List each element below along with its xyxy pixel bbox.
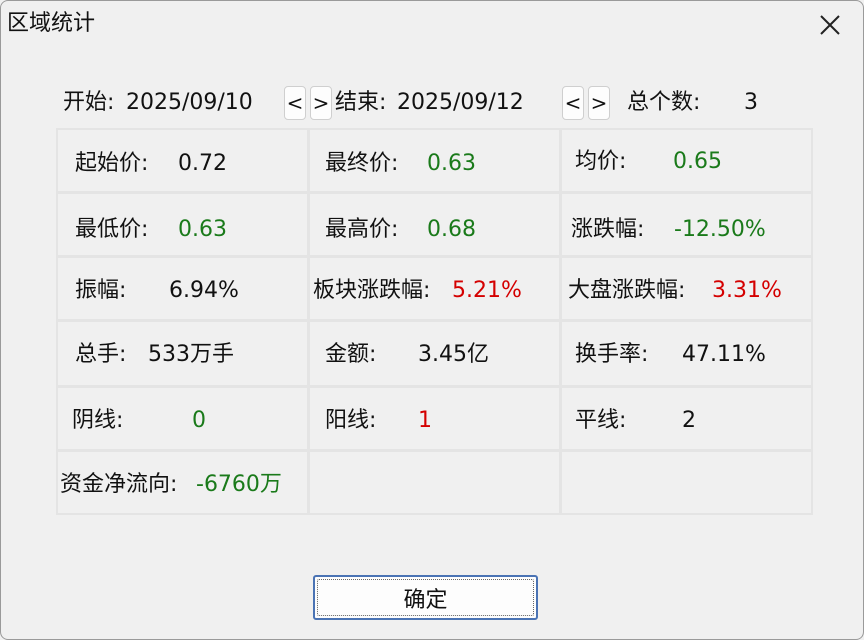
stat-cell-start-price: 起始价: 0.72 bbox=[56, 128, 309, 193]
stat-cell-empty bbox=[308, 450, 561, 515]
stat-label: 起始价: bbox=[75, 151, 149, 176]
stat-label: 金额: bbox=[325, 342, 377, 367]
stat-value: 533万手 bbox=[148, 342, 234, 367]
stat-value: 0.63 bbox=[178, 217, 227, 242]
stat-label: 最终价: bbox=[325, 151, 399, 176]
stat-label: 资金净流向: bbox=[60, 472, 178, 497]
stat-cell-amount: 金额: 3.45亿 bbox=[308, 320, 561, 387]
stat-cell-empty bbox=[560, 450, 813, 515]
stat-value: 1 bbox=[418, 408, 432, 433]
stat-value: 0.72 bbox=[178, 151, 227, 176]
stat-value: -12.50% bbox=[674, 217, 766, 242]
stat-value: 0.68 bbox=[427, 217, 476, 242]
close-icon bbox=[820, 15, 840, 35]
stat-label: 均价: bbox=[575, 149, 627, 174]
stat-label: 换手率: bbox=[575, 342, 649, 367]
stat-cell-volume: 总手: 533万手 bbox=[56, 320, 309, 387]
stat-label: 涨跌幅: bbox=[571, 217, 645, 242]
stat-cell-low-price: 最低价: 0.63 bbox=[56, 192, 309, 257]
stat-value: 6.94% bbox=[169, 278, 239, 303]
stat-label: 最高价: bbox=[325, 217, 399, 242]
stat-value: 0.63 bbox=[427, 151, 476, 176]
stat-cell-turnover: 换手率: 47.11% bbox=[560, 320, 813, 387]
stat-label: 振幅: bbox=[75, 278, 127, 303]
stat-value: -6760万 bbox=[196, 472, 282, 497]
stat-cell-net-flow: 资金净流向: -6760万 bbox=[56, 450, 309, 515]
stat-cell-avg-price: 均价: 0.65 bbox=[560, 128, 813, 193]
stat-value: 3.45亿 bbox=[418, 342, 489, 367]
end-prev-button[interactable]: < bbox=[562, 86, 584, 120]
stat-value: 3.31% bbox=[712, 278, 782, 303]
end-date-value: 2025/09/12 bbox=[397, 90, 524, 115]
stat-value: 0 bbox=[192, 408, 206, 433]
window-title: 区域统计 bbox=[7, 11, 96, 36]
stat-label: 阳线: bbox=[325, 408, 377, 433]
stat-cell-sector-change: 板块涨跌幅: 5.21% bbox=[308, 256, 561, 321]
stat-value: 0.65 bbox=[673, 149, 722, 174]
stat-cell-bearish: 阴线: 0 bbox=[56, 386, 309, 451]
stat-label: 总手: bbox=[75, 342, 127, 367]
end-next-button[interactable]: > bbox=[588, 86, 610, 120]
stat-label: 阴线: bbox=[72, 408, 124, 433]
start-prev-button[interactable]: < bbox=[284, 86, 306, 120]
ok-button[interactable]: 确定 bbox=[313, 575, 538, 620]
stats-grid: 起始价: 0.72 最终价: 0.63 均价: 0.65 最低价: 0.63 最… bbox=[56, 128, 813, 515]
stat-cell-high-price: 最高价: 0.68 bbox=[308, 192, 561, 257]
start-label: 开始: bbox=[63, 90, 115, 115]
stat-value: 5.21% bbox=[452, 278, 522, 303]
stat-value: 47.11% bbox=[682, 342, 766, 367]
end-label: 结束: bbox=[335, 90, 387, 115]
stat-label: 大盘涨跌幅: bbox=[568, 278, 686, 303]
dialog-window: 区域统计 开始: 2025/09/10 < > 结束: 2025/09/12 <… bbox=[0, 0, 864, 640]
stat-cell-end-price: 最终价: 0.63 bbox=[308, 128, 561, 193]
close-button[interactable] bbox=[807, 5, 853, 45]
stat-cell-amplitude: 振幅: 6.94% bbox=[56, 256, 309, 321]
focus-ring bbox=[317, 579, 534, 616]
stat-value: 2 bbox=[682, 408, 696, 433]
stat-label: 最低价: bbox=[75, 217, 149, 242]
count-label: 总个数: bbox=[627, 90, 701, 115]
start-next-button[interactable]: > bbox=[310, 86, 332, 120]
stat-cell-bullish: 阳线: 1 bbox=[308, 386, 561, 451]
start-date-value: 2025/09/10 bbox=[126, 90, 253, 115]
stat-label: 板块涨跌幅: bbox=[313, 278, 431, 303]
stat-cell-change: 涨跌幅: -12.50% bbox=[560, 192, 813, 257]
stat-label: 平线: bbox=[575, 408, 627, 433]
count-value: 3 bbox=[744, 90, 758, 115]
stat-cell-market-change: 大盘涨跌幅: 3.31% bbox=[560, 256, 813, 321]
stat-cell-flat: 平线: 2 bbox=[560, 386, 813, 451]
